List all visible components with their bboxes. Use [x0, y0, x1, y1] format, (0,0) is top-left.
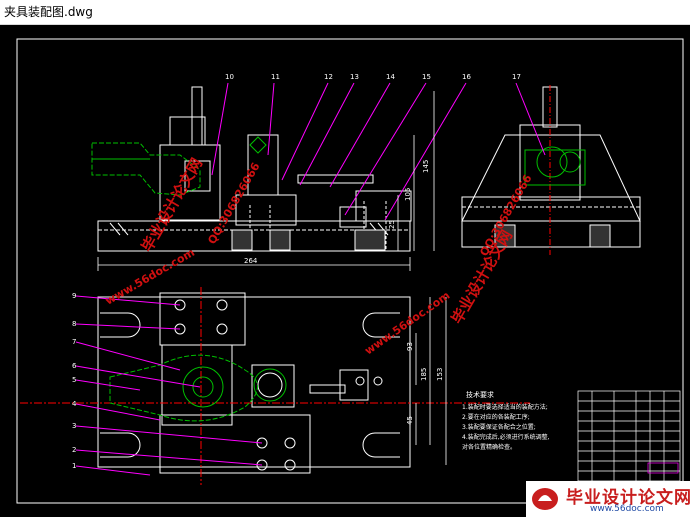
- dim-145: 145: [422, 160, 430, 173]
- notes-line-3: 3.装配要保证各配合之位置;: [462, 423, 536, 431]
- dim-45: 45: [406, 416, 414, 425]
- footer-brand: 毕业设计论文网 www.56doc.com: [526, 481, 690, 517]
- notes-line-1: 1.装配时要选择适当的装配方法;: [462, 403, 548, 411]
- watermark-brand-2: 毕业设计论文网: [448, 227, 516, 327]
- watermarks: 毕业设计论文网 QQ:306826066 www.56doc.com 毕业设计论…: [103, 155, 535, 357]
- brand-logo-icon: [532, 488, 558, 510]
- watermark-brand-1: 毕业设计论文网: [138, 155, 206, 255]
- dim-185: 185: [420, 368, 428, 381]
- cad-viewport[interactable]: 10 11 12 13 14 15 16 17 9 8 7 6 5 4 3 2 …: [0, 25, 690, 517]
- callout-13: 13: [350, 73, 359, 81]
- callouts-left: 9 8 7 6 5 4 3 2 1: [72, 292, 77, 470]
- watermark-url-1: www.56doc.com: [103, 246, 197, 308]
- technical-notes: 技术要求 1.装配时要选择适当的装配方法; 2.要在对应的各装配工序; 3.装配…: [462, 390, 550, 451]
- dim-25: 25: [388, 220, 396, 229]
- callout-16: 16: [462, 73, 471, 81]
- drawing-sheet[interactable]: 10 11 12 13 14 15 16 17 9 8 7 6 5 4 3 2 …: [0, 25, 690, 517]
- callout-10: 10: [225, 73, 234, 81]
- window-title: 夹具装配图.dwg: [4, 5, 93, 19]
- callout-15: 15: [422, 73, 431, 81]
- callout-14: 14: [386, 73, 395, 81]
- callout-12: 12: [324, 73, 333, 81]
- brand-url[interactable]: www.56doc.com: [590, 504, 664, 514]
- callout-11: 11: [271, 73, 280, 81]
- callout-1: 1: [72, 462, 76, 470]
- window-titlebar: 夹具装配图.dwg: [0, 0, 690, 25]
- title-block: [577, 390, 681, 496]
- notes-line-5: 对各位置精确检查。: [462, 443, 516, 451]
- callout-17: 17: [512, 73, 521, 81]
- callout-9: 9: [72, 292, 76, 300]
- dim-93: 93: [406, 342, 414, 351]
- callout-7: 7: [72, 338, 76, 346]
- notes-heading: 技术要求: [466, 390, 494, 399]
- dim-264: 264: [244, 257, 258, 265]
- callout-4: 4: [72, 400, 77, 408]
- dim-153: 153: [436, 368, 444, 381]
- callout-8: 8: [72, 320, 76, 328]
- callout-2: 2: [72, 446, 76, 454]
- callout-3: 3: [72, 422, 76, 430]
- notes-line-2: 2.要在对应的各装配工序;: [462, 413, 530, 421]
- callout-5: 5: [72, 376, 76, 384]
- side-view: [461, 85, 641, 255]
- callout-6: 6: [72, 362, 77, 370]
- dim-105: 105: [404, 188, 412, 201]
- callouts-top: 10 11 12 13 14 15 16 17: [225, 73, 521, 81]
- notes-line-4: 4.装配完成后,必须进行系统调整,: [462, 433, 550, 441]
